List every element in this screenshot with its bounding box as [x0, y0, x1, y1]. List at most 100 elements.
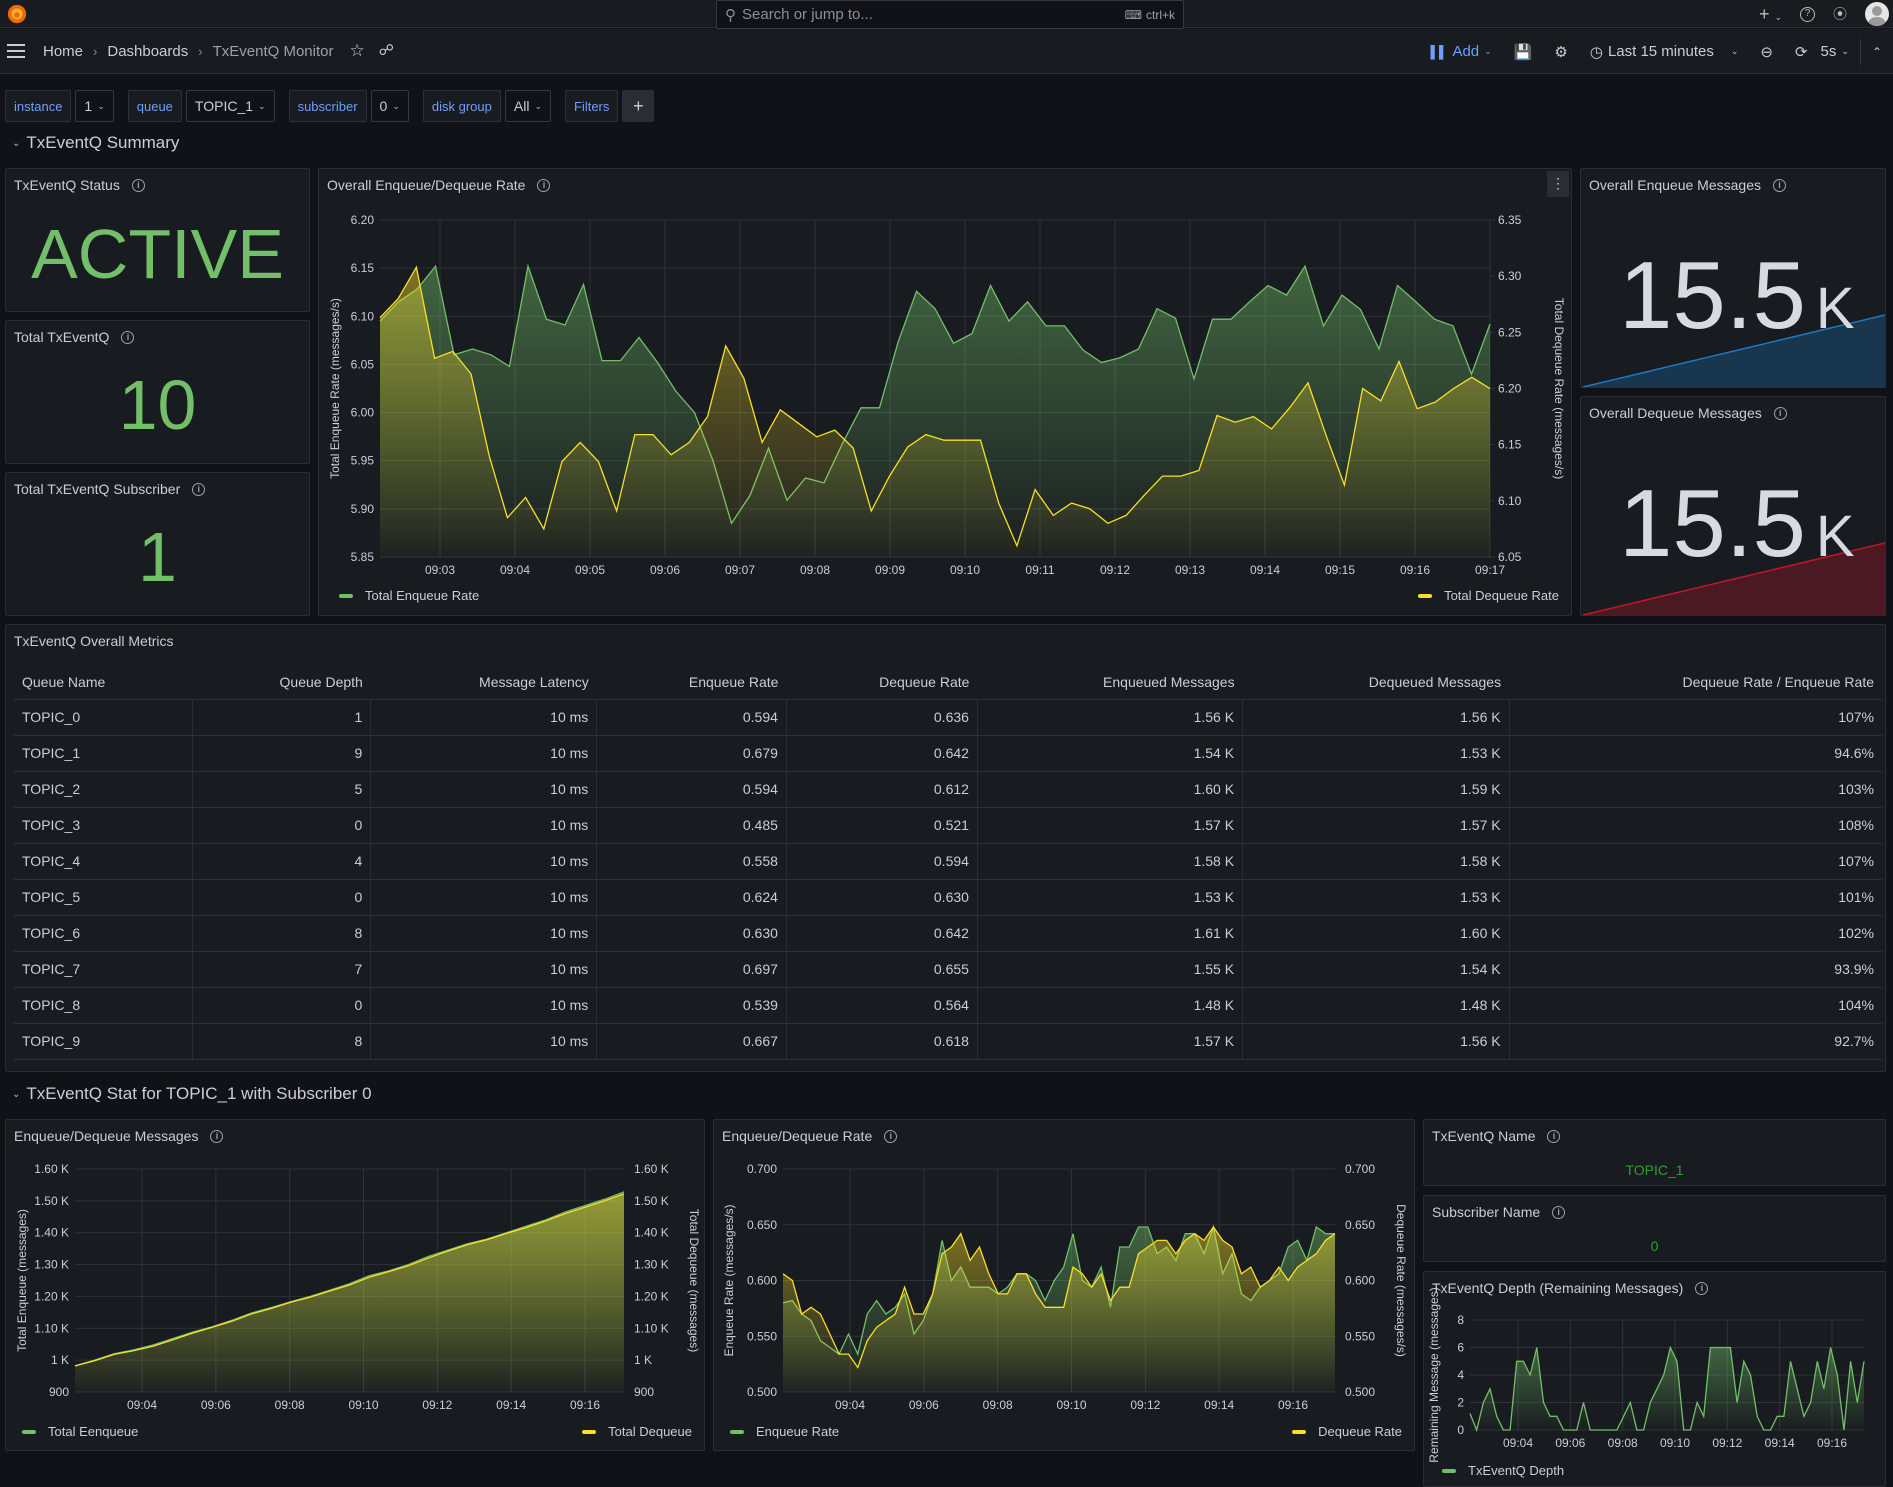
- table-cell: TOPIC_4: [14, 843, 193, 880]
- queue-name-value: TOPIC_1: [1625, 1162, 1684, 1178]
- subscriber-name-value: 0: [1650, 1238, 1659, 1254]
- legend-item-dequeue[interactable]: Dequeue Rate: [1292, 1424, 1402, 1439]
- table-cell: 94.6%: [1509, 735, 1882, 772]
- x-tick-label: 09:12: [422, 1398, 452, 1412]
- column-header[interactable]: Enqueued Messages: [977, 665, 1243, 700]
- legend-item-dequeue[interactable]: Total Dequeue Rate: [1418, 588, 1559, 603]
- breadcrumb: Home › Dashboards › TxEventQ Monitor: [43, 43, 333, 60]
- add-button[interactable]: ▌▌ Add ⌄: [1419, 43, 1502, 60]
- info-icon[interactable]: i: [1547, 1129, 1561, 1143]
- table-cell: 10 ms: [370, 915, 598, 952]
- metrics-table: Queue Name Queue Depth Message Latency Enqu…: [14, 665, 1882, 1060]
- column-header[interactable]: Dequeue Rate / Enqueue Rate: [1509, 665, 1882, 700]
- panel-subscriber-name: Subscriber Name i 0: [1423, 1195, 1886, 1262]
- series-area-total-dequeue: [75, 1193, 624, 1392]
- new-plus-icon[interactable]: + ⌄: [1759, 4, 1782, 25]
- info-icon[interactable]: i: [192, 482, 206, 496]
- table-cell: 10 ms: [370, 807, 598, 844]
- legend-item-enqueue[interactable]: Total Eenqueue: [22, 1424, 138, 1439]
- legend-item-dequeue[interactable]: Total Dequeue: [582, 1424, 692, 1439]
- x-tick-label: 09:11: [1025, 563, 1054, 577]
- table-cell: 0.539: [596, 987, 787, 1024]
- menu-icon[interactable]: [7, 44, 25, 58]
- y-tick-label: 5.85: [351, 550, 375, 564]
- table-cell: 1.61 K: [977, 915, 1244, 952]
- y-tick-label: 1.50 K: [34, 1194, 69, 1208]
- overall-enqueue-value: 15.5 K: [1619, 241, 1855, 351]
- settings-button[interactable]: ⚙: [1543, 43, 1578, 61]
- legend-label: Total Dequeue Rate: [1444, 588, 1559, 603]
- search-input[interactable]: ⚲ Search or jump to... ⌨ ctrl+k: [716, 0, 1184, 29]
- variable-select-queue[interactable]: TOPIC_1 ⌄: [185, 90, 275, 122]
- info-icon[interactable]: i: [1552, 1205, 1566, 1219]
- time-picker[interactable]: ◷ Last 15 minutes ⌄: [1579, 43, 1750, 61]
- row-summary[interactable]: ⌄ TxEventQ Summary: [12, 133, 179, 153]
- column-header[interactable]: Queue Name: [14, 665, 193, 700]
- chevron-down-icon: ⌄: [1841, 46, 1849, 56]
- column-header[interactable]: Dequeue Rate: [786, 665, 978, 700]
- chevron-down-icon: ⌄: [1730, 46, 1739, 56]
- filters-button[interactable]: Filters: [564, 90, 619, 122]
- table-cell: 1.60 K: [977, 771, 1244, 808]
- help-icon[interactable]: ?: [1800, 6, 1815, 22]
- column-header[interactable]: Queue Depth: [192, 665, 371, 700]
- refresh-button[interactable]: ⟳ 5s ⌄: [1784, 43, 1860, 61]
- y2-tick-label: 6.20: [1498, 382, 1522, 396]
- breadcrumb-home[interactable]: Home: [43, 43, 83, 60]
- y-axis-label: Enqueue Rate (messages/s): [722, 1204, 736, 1356]
- table-cell: 1.54 K: [1242, 951, 1510, 988]
- panel-title: TxEventQ Status: [14, 177, 120, 193]
- y-tick-label: 0: [1457, 1423, 1464, 1437]
- legend-item-depth[interactable]: TxEventQ Depth: [1442, 1463, 1564, 1478]
- table-cell: 1.58 K: [1242, 843, 1510, 880]
- legend-item-enqueue[interactable]: Total Enqueue Rate: [339, 588, 479, 603]
- variable-select-instance[interactable]: 1 ⌄: [75, 90, 114, 122]
- refresh-interval[interactable]: 5s: [1821, 43, 1837, 60]
- variable-label-subscriber: subscriber: [288, 90, 367, 122]
- variable-select-disk-group[interactable]: All ⌄: [504, 90, 551, 122]
- table-cell: 10 ms: [370, 735, 598, 772]
- info-icon[interactable]: i: [121, 330, 135, 344]
- star-icon[interactable]: ☆: [349, 41, 364, 61]
- variable-select-subscriber[interactable]: 0 ⌄: [370, 90, 409, 122]
- table-cell: 10 ms: [370, 771, 598, 808]
- x-tick-label: 09:16: [1817, 1436, 1847, 1450]
- table-row: TOPIC_3 0 10 ms 0.485 0.521 1.57 K 1.57 K 108%: [14, 807, 1882, 844]
- column-header[interactable]: Message Latency: [370, 665, 597, 700]
- zoom-out-button[interactable]: ⊖: [1749, 43, 1784, 61]
- table-cell: 1.56 K: [1242, 1023, 1510, 1060]
- legend-item-enqueue[interactable]: Enqueue Rate: [730, 1424, 839, 1439]
- gear-icon: ⚙: [1554, 43, 1568, 61]
- table-cell: 1.56 K: [1242, 699, 1510, 736]
- table-cell: 1.60 K: [1242, 915, 1510, 952]
- table-header-row: Queue Name Queue Depth Message Latency Enqu…: [14, 665, 1882, 700]
- user-avatar[interactable]: [1865, 2, 1889, 26]
- column-header[interactable]: Enqueue Rate: [596, 665, 787, 700]
- table-cell: TOPIC_3: [14, 807, 193, 844]
- collapse-button[interactable]: ⌃: [1859, 38, 1893, 65]
- row-stat[interactable]: ⌄ TxEventQ Stat for TOPIC_1 with Subscri…: [12, 1084, 372, 1104]
- table-cell: 1.54 K: [977, 735, 1244, 772]
- grafana-logo-icon[interactable]: [6, 3, 28, 25]
- add-panel-icon: ▌▌: [1430, 44, 1448, 59]
- news-rss-icon[interactable]: ⦿: [1833, 4, 1847, 24]
- legend-swatch: [1292, 1429, 1307, 1434]
- chevron-right-icon: ›: [198, 43, 203, 59]
- legend-swatch: [1418, 593, 1433, 598]
- search-placeholder: Search or jump to...: [742, 6, 873, 23]
- save-button[interactable]: 💾: [1503, 43, 1544, 61]
- breadcrumb-dashboards[interactable]: Dashboards: [107, 43, 188, 60]
- column-header[interactable]: Dequeued Messages: [1242, 665, 1510, 700]
- table-cell: 0.594: [596, 771, 787, 808]
- y2-axis-label: Dequeue Rate (messages/s): [1394, 1204, 1408, 1357]
- panel-enqueue-dequeue-rate: Enqueue/Dequeue Rate i 0.500 0.550 0.600 0.6…: [713, 1119, 1415, 1451]
- add-filter-button[interactable]: +: [622, 90, 655, 122]
- x-tick-label: 09:16: [570, 1398, 600, 1412]
- table-cell: TOPIC_1: [14, 735, 193, 772]
- table-cell: 1.53 K: [1242, 879, 1510, 916]
- share-icon[interactable]: ☍: [379, 41, 394, 61]
- top-bar: ⚲ Search or jump to... ⌨ ctrl+k + ⌄ ? ⦿: [0, 0, 1893, 29]
- table-cell: 92.7%: [1509, 1023, 1882, 1060]
- overall-rate-chart: 5.85 5.90 5.95 6.00 6.05 6.10 6.15 6.20 6.05 6.10…: [328, 213, 1566, 577]
- info-icon[interactable]: i: [131, 178, 145, 192]
